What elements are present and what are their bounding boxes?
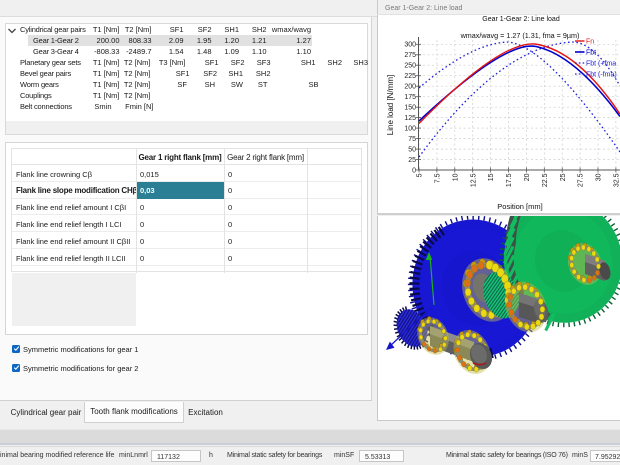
svg-text:Fn: Fn <box>586 39 594 46</box>
svg-text:10: 10 <box>452 173 459 181</box>
svg-text:125: 125 <box>404 115 416 122</box>
svg-text:0: 0 <box>412 167 416 174</box>
svg-text:75: 75 <box>408 136 416 143</box>
svg-text:Gear 1-Gear 2: Line load: Gear 1-Gear 2: Line load <box>385 5 463 12</box>
svg-text:225: 225 <box>404 73 416 80</box>
svg-text:32.5: 32.5 <box>614 173 620 187</box>
svg-text:Position [mm]: Position [mm] <box>497 202 542 211</box>
svg-text:5: 5 <box>417 173 424 177</box>
svg-text:Fbt (-fma): Fbt (-fma) <box>586 72 617 79</box>
svg-text:Fbt (+fma: Fbt (+fma <box>586 61 616 68</box>
svg-text:17.5: 17.5 <box>506 173 513 187</box>
svg-text:7.5: 7.5 <box>435 173 442 183</box>
svg-text:22.5: 22.5 <box>542 173 549 187</box>
svg-text:100: 100 <box>404 126 416 133</box>
svg-text:Line load [N/mm]: Line load [N/mm] <box>386 75 395 135</box>
svg-text:30: 30 <box>596 173 603 181</box>
svg-text:200: 200 <box>404 84 416 91</box>
svg-text:15: 15 <box>488 173 495 181</box>
svg-text:27.5: 27.5 <box>578 173 585 187</box>
svg-text:300: 300 <box>404 42 416 49</box>
svg-text:25: 25 <box>560 173 567 181</box>
svg-text:175: 175 <box>404 94 416 101</box>
svg-text:12.5: 12.5 <box>470 173 477 187</box>
svg-text:Gear 1-Gear 2: Line load: Gear 1-Gear 2: Line load <box>482 16 560 23</box>
svg-text:150: 150 <box>404 105 416 112</box>
svg-text:275: 275 <box>404 52 416 59</box>
svg-text:20: 20 <box>524 173 531 181</box>
svg-text:250: 250 <box>404 63 416 70</box>
svg-text:25: 25 <box>408 157 416 164</box>
svg-text:50: 50 <box>408 147 416 154</box>
svg-text:Fbt: Fbt <box>586 50 596 57</box>
svg-text:wmax/wavg = 1.27 (1.31, fma =: wmax/wavg = 1.27 (1.31, fma = 9µm) <box>460 31 580 40</box>
